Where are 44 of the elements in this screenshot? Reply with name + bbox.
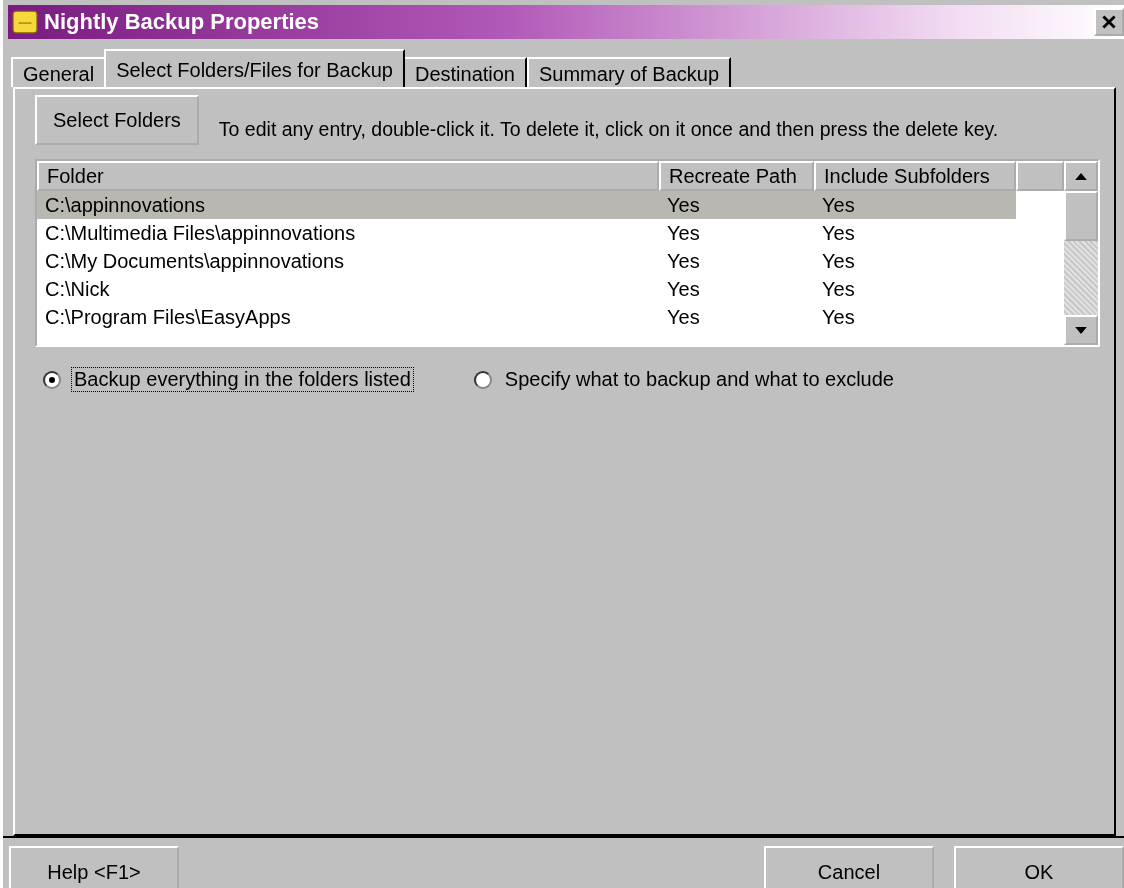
cancel-button[interactable]: Cancel <box>764 846 934 888</box>
up-arrow-icon <box>1075 172 1087 180</box>
table-cell-text: Yes <box>821 305 856 330</box>
close-button[interactable] <box>1094 8 1124 36</box>
help-button[interactable]: Help <F1> <box>9 846 179 888</box>
table-row[interactable]: C:\Program Files\EasyApps Yes Yes <box>37 303 1016 331</box>
column-header[interactable]: Recreate Path <box>659 161 814 191</box>
scroll-up-button[interactable] <box>1064 161 1098 191</box>
radio-label[interactable]: Backup everything in the folders listed <box>71 367 414 392</box>
radio-button[interactable] <box>43 370 61 389</box>
table-row[interactable]: C:\appinnovations Yes Yes <box>37 191 1016 219</box>
table-cell-text: Yes <box>666 249 701 274</box>
table-cell-text: C:\Multimedia Files\appinnovations <box>44 221 357 246</box>
table-cell-text: C:\Nick <box>44 277 111 302</box>
table-cell-text: Yes <box>666 277 701 302</box>
table-cell-text: C:\Program Files\EasyApps <box>44 305 292 330</box>
column-header[interactable]: Folder <box>37 161 659 191</box>
scrollbar[interactable] <box>1064 161 1098 345</box>
ok-button[interactable]: OK <box>954 846 1124 888</box>
tab[interactable]: Summary of Backup <box>527 57 732 87</box>
instruction-text: To edit any entry, double-click it. To delete it, click on it once and then press the delete key. <box>218 118 999 142</box>
table-cell-text: Yes <box>821 193 856 218</box>
tab[interactable]: Select Folders/Files for Backup <box>104 49 405 87</box>
scroll-down-button[interactable] <box>1064 315 1098 345</box>
table-cell-text: Yes <box>666 193 701 218</box>
table-row[interactable]: C:\My Documents\appinnovations Yes Yes <box>37 247 1016 275</box>
window-title: Nightly Backup Properties <box>44 9 320 35</box>
table-row[interactable]: C:\Nick Yes Yes <box>37 275 1016 303</box>
table-cell-text: Yes <box>821 249 856 274</box>
scroll-thumb[interactable] <box>1064 191 1098 241</box>
close-icon <box>1102 15 1116 29</box>
radio-label[interactable]: Specify what to backup and what to exclude <box>501 367 897 392</box>
table-row[interactable]: C:\Multimedia Files\appinnovations Yes Yes <box>37 219 1016 247</box>
column-header[interactable]: Include Subfolders <box>814 161 1016 191</box>
tab[interactable]: Destination <box>402 57 527 87</box>
table-cell-text: Yes <box>821 277 856 302</box>
table-cell-text: Yes <box>666 221 701 246</box>
radio-button[interactable] <box>473 370 492 389</box>
down-arrow-icon <box>1075 326 1087 334</box>
table-cell-text: C:\My Documents\appinnovations <box>44 249 346 274</box>
table-cell-text: Yes <box>821 221 856 246</box>
select-folders-button[interactable]: Select Folders <box>35 95 199 145</box>
table-cell-text: Yes <box>666 305 701 330</box>
table-cell-text: C:\appinnovations <box>44 193 207 218</box>
